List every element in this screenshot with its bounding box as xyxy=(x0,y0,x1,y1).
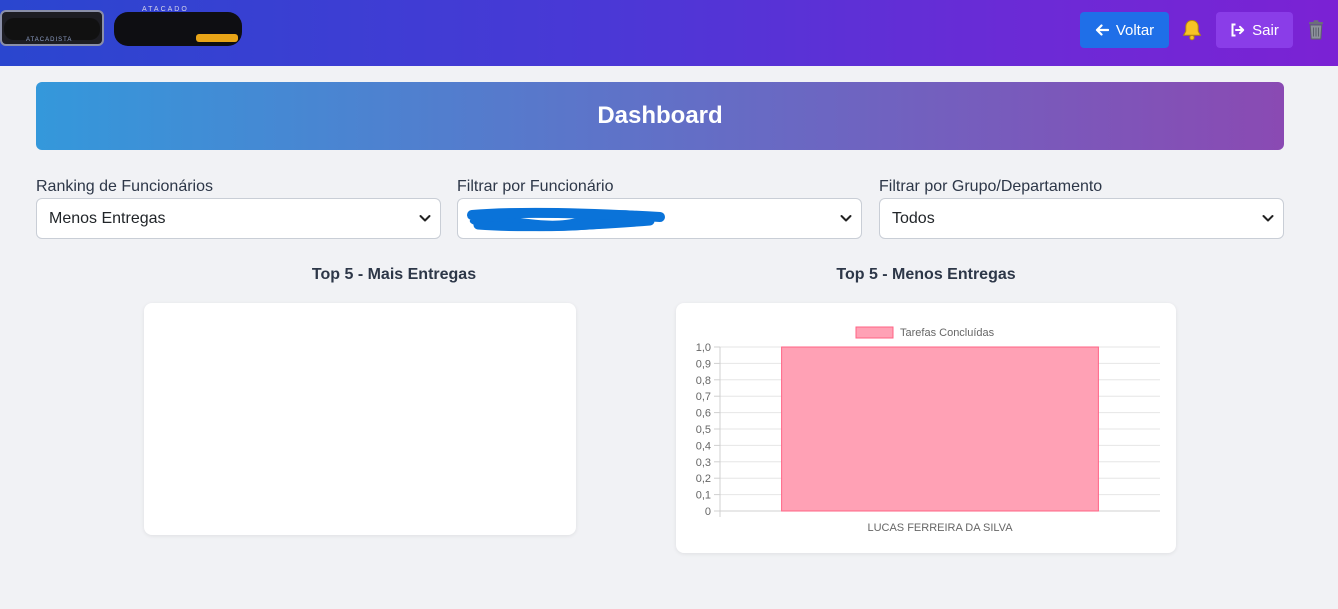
y-tick-label: 0,2 xyxy=(696,473,711,485)
top-navbar: ATACADISTA ATACADO Voltar Sair xyxy=(0,0,1338,66)
chevron-down-icon xyxy=(419,215,431,222)
y-tick-label: 0,3 xyxy=(696,457,711,469)
bottom-deliveries-chart-card: Tarefas Concluídas 0 0,1 0,2 0,3 0,4 0,5 0,6 0,7… xyxy=(676,303,1176,553)
y-tick-label: 0,7 xyxy=(696,391,711,403)
top-deliveries-chart-card xyxy=(144,303,576,535)
sign-out-icon xyxy=(1231,23,1245,37)
group-select[interactable]: Todos xyxy=(879,198,1284,239)
brand-logo-redacted[interactable]: ATACADO xyxy=(114,6,244,48)
trash-icon[interactable] xyxy=(1305,19,1327,41)
legend-label: Tarefas Concluídas xyxy=(900,327,995,339)
group-select-value: Todos xyxy=(892,209,935,227)
legend-swatch xyxy=(855,326,894,339)
logo-subtitle: ATACADISTA xyxy=(26,37,73,43)
group-filter-group: Filtrar por Grupo/Departamento Todos xyxy=(879,178,1284,239)
bottom-deliveries-chart: Tarefas Concluídas 0 0,1 0,2 0,3 0,4 0,5 0,6 0,7… xyxy=(696,326,1160,534)
y-tick-label: 0,8 xyxy=(696,375,711,387)
employee-filter-group: Filtrar por Funcionário xyxy=(457,178,862,239)
chevron-down-icon xyxy=(840,215,852,222)
ranking-select[interactable]: Menos Entregas xyxy=(36,198,441,239)
y-tick-label: 0 xyxy=(705,506,711,518)
y-tick-label: 0,6 xyxy=(696,408,711,420)
brand-gold-accent xyxy=(196,34,238,42)
ranking-select-value: Menos Entregas xyxy=(49,209,166,227)
logout-button-label: Sair xyxy=(1252,21,1279,39)
bar xyxy=(781,346,1099,512)
y-tick-label: 0,5 xyxy=(696,424,711,436)
employee-select[interactable] xyxy=(457,198,862,239)
bottom-deliveries-chart-title: Top 5 - Menos Entregas xyxy=(836,266,1016,283)
back-button[interactable]: Voltar xyxy=(1080,12,1169,48)
page-title: Dashboard xyxy=(597,102,723,129)
logout-button[interactable]: Sair xyxy=(1216,12,1293,48)
chevron-down-icon xyxy=(1262,215,1274,222)
company-logo-redacted[interactable]: ATACADISTA xyxy=(0,10,104,46)
dashboard-banner: Dashboard xyxy=(36,82,1284,150)
x-tick-label: LUCAS FERREIRA DA SILVA xyxy=(867,522,1013,534)
back-button-label: Voltar xyxy=(1115,21,1155,39)
redaction-scribble xyxy=(467,207,665,232)
y-tick-label: 0,1 xyxy=(696,490,711,502)
ranking-filter-label: Ranking de Funcionários xyxy=(36,178,213,195)
ranking-filter-group: Ranking de Funcionários Menos Entregas xyxy=(36,178,441,239)
y-tick-label: 0,4 xyxy=(696,440,711,452)
group-filter-label: Filtrar por Grupo/Departamento xyxy=(879,178,1103,195)
top-deliveries-chart-title: Top 5 - Mais Entregas xyxy=(311,266,477,283)
y-tick-label: 0,9 xyxy=(696,358,711,370)
employee-filter-label: Filtrar por Funcionário xyxy=(457,178,614,195)
arrow-left-icon xyxy=(1095,24,1109,36)
y-tick-label: 1,0 xyxy=(696,342,711,354)
bell-icon[interactable] xyxy=(1180,18,1204,42)
